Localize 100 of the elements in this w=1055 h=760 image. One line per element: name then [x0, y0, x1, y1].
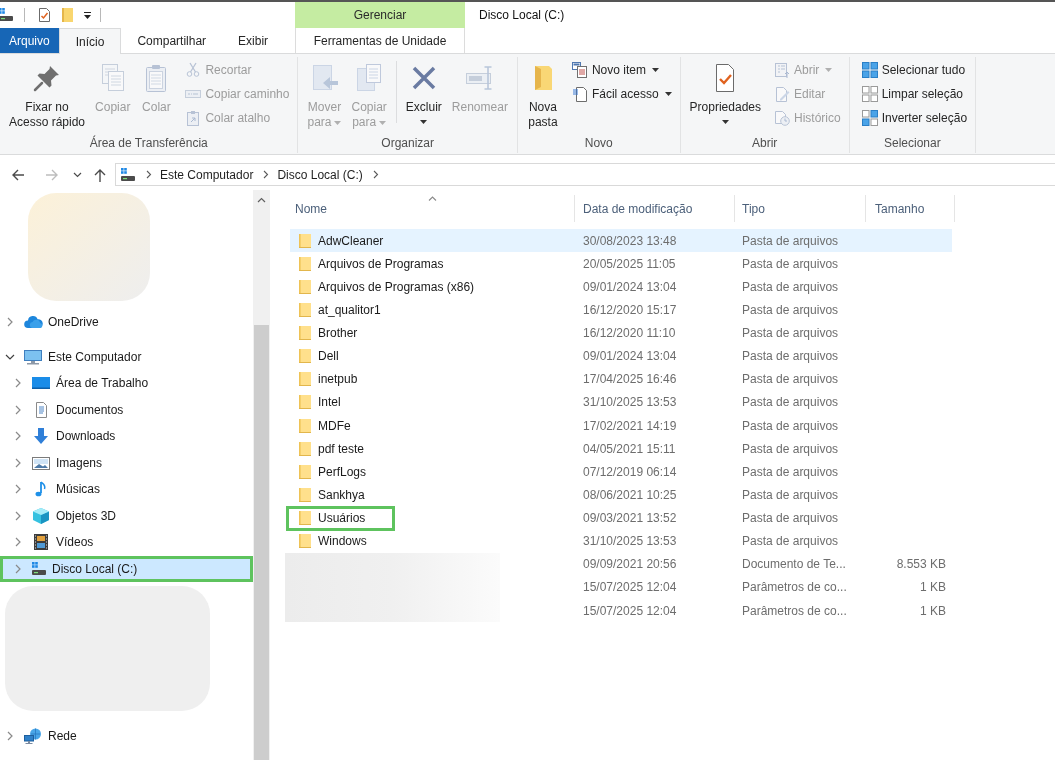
chevron-right-icon[interactable] — [372, 170, 379, 179]
ribbon-button[interactable]: Excluir — [400, 57, 447, 134]
table-cell: 09/01/2024 13:04 — [583, 349, 677, 364]
folder-icon — [297, 348, 313, 365]
ribbon-button[interactable]: Inverter seleção — [859, 106, 970, 130]
file-row[interactable]: PerfLogs 07/12/2019 06:14 Pasta de arquivos — [290, 460, 952, 484]
clock-page-icon — [774, 110, 790, 126]
ribbon-tab[interactable]: Compartilhar — [121, 28, 223, 53]
folder-icon — [297, 371, 313, 388]
table-cell: 15/07/2025 12:04 — [583, 603, 677, 618]
column-header[interactable]: Tamanho — [866, 195, 955, 222]
ribbon-button[interactable]: Fácil acesso — [569, 82, 674, 106]
ribbon-button[interactable]: Nova pasta — [521, 57, 564, 134]
column-header[interactable]: Tipo — [735, 195, 866, 222]
file-name: inetpub — [318, 371, 358, 389]
file-row[interactable]: 09/09/2021 20:56 Documento de Te... 8.553 KB — [290, 552, 952, 576]
ribbon-tab[interactable]: Ferramentas de Unidade — [295, 28, 465, 53]
folder-icon[interactable] — [60, 7, 76, 23]
file-row[interactable]: Arquivos de Programas (x86) 09/01/2024 13:04 Pasta de arquivos — [290, 275, 952, 299]
folder-icon — [297, 533, 313, 550]
tree-item[interactable]: Disco Local (C:) — [0, 555, 253, 582]
scrollbar-thumb[interactable] — [254, 325, 269, 760]
file-name: PerfLogs — [318, 463, 367, 481]
ribbon-button[interactable]: Propriedades — [684, 57, 766, 134]
table-cell-text: 1 KB — [920, 602, 946, 620]
file-row[interactable]: inetpub 17/04/2025 16:46 Pasta de arquivos — [290, 367, 952, 391]
file-name: at_qualitor1 — [318, 301, 381, 319]
folder-icon — [297, 255, 313, 272]
file-row[interactable]: 15/07/2025 12:04 Parâmetros de co... 1 KB — [290, 575, 952, 599]
cloud-icon — [23, 314, 43, 331]
file-row[interactable]: Intel 31/10/2025 13:53 Pasta de arquivos — [290, 390, 952, 414]
tree-item[interactable]: Objetos 3D — [0, 502, 253, 529]
chevron-right-icon[interactable] — [263, 170, 270, 179]
breadcrumb[interactable]: Disco Local (C:) — [277, 165, 363, 184]
file-row[interactable]: at_qualitor1 16/12/2020 15:17 Pasta de arquivos — [290, 298, 952, 322]
tree-item[interactable]: Documentos — [0, 396, 253, 423]
file-row[interactable]: pdf teste 04/05/2021 15:11 Pasta de arquivos — [290, 437, 952, 461]
network-icon — [23, 727, 43, 744]
file-row[interactable]: Sankhya 08/06/2021 10:25 Pasta de arquivos — [290, 483, 952, 507]
tree-item[interactable]: Área de Trabalho — [0, 370, 253, 397]
file-name: Sankhya — [318, 486, 365, 504]
file-row[interactable]: Windows 31/10/2025 13:53 Pasta de arquivos — [290, 529, 952, 553]
table-cell: 31/10/2025 13:53 — [583, 534, 677, 549]
table-cell: 09/03/2021 13:52 — [583, 511, 677, 526]
table-cell: Pasta de arquivos — [742, 511, 839, 526]
table-cell: Pasta de arquivos — [742, 349, 839, 364]
dropdown-icon[interactable] — [83, 10, 92, 20]
group-label: Selecionar — [884, 135, 941, 152]
column-header[interactable]: Nome — [290, 195, 575, 222]
list-page-icon — [774, 62, 790, 78]
checked-page-icon[interactable] — [36, 7, 52, 23]
chevron-down-icon — [72, 171, 82, 178]
tree-item[interactable]: Músicas — [0, 476, 253, 503]
file-name: AdwCleaner — [318, 232, 384, 250]
pages-icon — [571, 62, 588, 78]
file-row[interactable]: Dell 09/01/2024 13:04 Pasta de arquivos — [290, 344, 952, 368]
chevron-up-icon[interactable] — [257, 197, 266, 203]
tree-item[interactable]: Rede — [0, 722, 253, 749]
tree-item[interactable]: Vídeos — [0, 529, 253, 556]
table-cell: Pasta de arquivos — [742, 279, 839, 294]
ribbon-tab[interactable]: Início — [58, 28, 122, 54]
ribbon-button[interactable]: Novo item — [569, 58, 674, 82]
tree-item[interactable]: Imagens — [0, 449, 253, 476]
ribbon-tab[interactable]: Exibir — [222, 28, 285, 53]
file-row[interactable]: MDFe 17/02/2021 14:19 Pasta de arquivos — [290, 414, 952, 438]
drive-icon[interactable] — [0, 7, 14, 23]
file-name: Windows — [318, 533, 367, 551]
table-cell: 30/08/2023 13:48 — [583, 233, 677, 248]
file-row[interactable]: AdwCleaner 30/08/2023 13:48 Pasta de arquivos — [290, 229, 952, 253]
file-row[interactable]: 15/07/2025 12:04 Parâmetros de co... 1 KB — [290, 599, 952, 623]
ribbon-button[interactable]: Fixar no Acesso rápido — [4, 57, 91, 134]
column-header[interactable]: Data de modificação — [575, 195, 735, 222]
ribbon-button[interactable]: Limpar seleção — [859, 82, 970, 106]
folder-icon — [297, 325, 313, 342]
table-cell: 16/12/2020 15:17 — [583, 302, 677, 317]
table-cell: Pasta de arquivos — [742, 326, 839, 341]
table-cell: Pasta de arquivos — [742, 395, 839, 410]
file-row[interactable]: Usuários 09/03/2021 13:52 Pasta de arquivos — [290, 506, 952, 530]
file-row[interactable]: Brother 16/12/2020 11:10 Pasta de arquivos — [290, 321, 952, 345]
folder-icon — [297, 486, 313, 503]
tree-item[interactable]: Este Computador — [0, 343, 253, 370]
group-label: Área de Transferência — [89, 134, 208, 152]
table-cell: Pasta de arquivos — [742, 534, 839, 549]
folder-icon — [297, 510, 313, 527]
file-name: Intel — [318, 394, 341, 412]
address-bar[interactable]: Este Computador Disco Local (C:) — [115, 163, 1055, 186]
table-cell: 31/10/2025 13:53 — [583, 395, 677, 410]
ribbon-button[interactable]: Selecionar tudo — [859, 58, 970, 82]
file-row[interactable]: Arquivos de Programas 20/05/2025 11:05 Pasta de arquivos — [290, 252, 952, 276]
monitor-icon — [23, 348, 43, 365]
chevron-right-icon[interactable] — [146, 170, 152, 179]
tree-item[interactable]: Downloads — [0, 423, 253, 450]
film-icon — [31, 534, 51, 551]
table-cell: 17/04/2025 16:46 — [583, 372, 677, 387]
breadcrumb[interactable]: Este Computador — [160, 165, 254, 184]
ribbon-tab[interactable]: Arquivo — [0, 28, 59, 53]
pencil-page-icon — [774, 86, 790, 102]
table-cell: Pasta de arquivos — [742, 372, 839, 387]
scrollbar[interactable] — [253, 190, 270, 760]
tree-item[interactable]: OneDrive — [0, 309, 253, 336]
